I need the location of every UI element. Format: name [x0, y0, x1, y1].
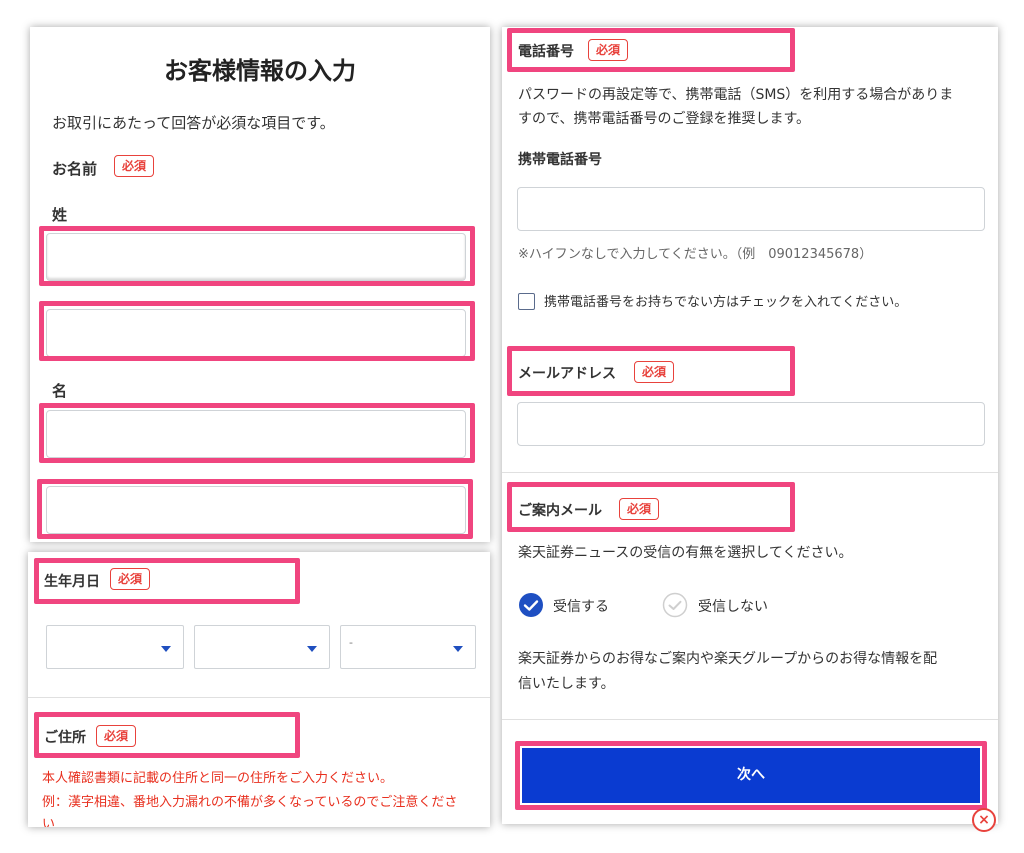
section-divider [502, 472, 998, 473]
chevron-down-icon [307, 646, 317, 652]
no-mobile-checkbox[interactable] [518, 293, 535, 310]
intro-text: お取引にあたって回答が必須な項目です。 [52, 114, 335, 132]
check-circle-outline-icon [662, 592, 688, 618]
promo-description: 楽天証券からのお得なご案内や楽天グループからのお得な情報を配 [518, 651, 938, 667]
check-circle-icon [519, 593, 543, 617]
not-receive-label: 受信しない [698, 599, 768, 615]
highlight-guide-mail-label [507, 482, 795, 532]
birth-year-select[interactable] [46, 625, 184, 669]
required-badge: 必須 [114, 155, 155, 177]
section-divider [502, 719, 998, 720]
section-divider [28, 697, 490, 698]
page-title: お客様情報の入力 [164, 57, 356, 85]
not-receive-radio[interactable]: 受信しない [662, 592, 792, 618]
birthday-address-panel: 生年月日 必須 - ご住所 必須 本人確認書類に記載の住所と同一の住所をご入力く… [28, 552, 490, 827]
no-mobile-checkbox-label: 携帯電話番号をお持ちでない方はチェックを入れてください。 [544, 295, 908, 310]
highlight-next-button [515, 741, 987, 810]
highlight-mei-kanji [39, 403, 475, 463]
chevron-down-icon [453, 646, 463, 652]
address-note: い [42, 817, 56, 827]
phone-description: パスワードの再設定等で、携帯電話（SMS）を利用する場合がありま [518, 87, 954, 103]
highlight-sei-kana [39, 301, 475, 361]
promo-description: 信いたします。 [518, 676, 615, 692]
guide-mail-description: 楽天証券ニュースの受信の有無を選択してください。 [518, 545, 853, 561]
address-note: 例：漢字相違、番地入力漏れの不備が多くなっているのでご注意くださ [42, 795, 458, 810]
mobile-label: 携帯電話番号 [518, 152, 602, 168]
sei-label: 姓 [52, 206, 68, 224]
receive-label: 受信する [553, 599, 609, 615]
customer-info-panel: お客様情報の入力 お取引にあたって回答が必須な項目です。 お名前 必須 姓 名 [30, 27, 490, 542]
day-select-value: - [349, 636, 353, 649]
address-note: 本人確認書類に記載の住所と同一の住所をご入力ください。 [42, 771, 394, 786]
birth-day-select[interactable]: - [340, 625, 476, 669]
highlight-birthday-label [34, 558, 300, 604]
chevron-down-icon [161, 646, 171, 652]
name-label: お名前 [52, 160, 98, 178]
contact-panel: 電話番号 必須 パスワードの再設定等で、携帯電話（SMS）を利用する場合がありま… [502, 27, 998, 824]
highlight-phone-label [507, 28, 795, 72]
mei-label: 名 [52, 382, 68, 400]
highlight-mei-kana [37, 479, 473, 539]
close-icon[interactable]: × [972, 808, 996, 832]
mobile-number-input[interactable] [517, 187, 985, 231]
email-input[interactable] [517, 402, 985, 446]
highlight-address-label [34, 712, 300, 758]
highlight-sei-kanji [39, 226, 475, 286]
highlight-email-label [507, 346, 795, 396]
receive-radio[interactable]: 受信する [518, 592, 638, 618]
mobile-hint: ※ハイフンなしで入力してください。（例 09012345678） [518, 247, 873, 262]
birth-month-select[interactable] [194, 625, 330, 669]
phone-description: すので、携帯電話番号のご登録を推奨します。 [518, 111, 811, 127]
